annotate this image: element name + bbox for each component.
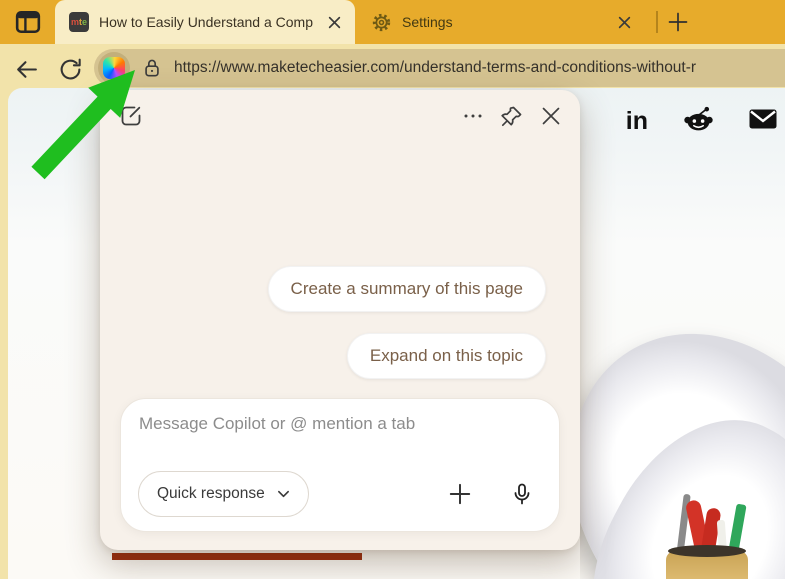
copilot-panel: Create a summary of this page Expand on … [100, 90, 580, 550]
close-icon [618, 16, 631, 29]
close-icon [328, 16, 341, 29]
tab-strip: mte How to Easily Understand a Comp Sett… [0, 0, 785, 44]
tab-article[interactable]: mte How to Easily Understand a Comp [55, 0, 355, 44]
mte-favicon: mte [69, 12, 89, 32]
copilot-message-input[interactable] [139, 414, 541, 454]
tab-close-button[interactable] [323, 11, 345, 33]
copilot-input-card: Quick response [120, 398, 560, 532]
chevron-down-icon [277, 489, 290, 499]
social-share-bar: in [626, 106, 777, 137]
microphone-icon [510, 482, 534, 506]
annotation-arrow [15, 56, 150, 181]
suggestion-expand-button[interactable]: Expand on this topic [347, 333, 546, 379]
suggestion-label: Create a summary of this page [291, 279, 523, 299]
response-mode-label: Quick response [157, 485, 265, 503]
more-options-button[interactable] [460, 103, 486, 129]
reddit-icon[interactable] [684, 106, 713, 137]
tab-separator [656, 11, 658, 33]
tab-settings[interactable]: Settings [357, 0, 645, 44]
email-icon[interactable] [749, 108, 777, 135]
panel-header-actions [460, 103, 564, 129]
tab-close-button[interactable] [613, 11, 635, 33]
close-icon [539, 104, 563, 128]
gear-icon [371, 12, 392, 33]
pin-icon [500, 104, 524, 128]
page-heading-underline [112, 553, 362, 560]
suggestion-chips: Create a summary of this page Expand on … [268, 266, 546, 379]
browser-window: mte How to Easily Understand a Comp Sett… [0, 0, 785, 579]
linkedin-icon[interactable]: in [626, 109, 648, 134]
plus-icon [447, 481, 473, 507]
microphone-button[interactable] [509, 481, 535, 507]
new-tab-button[interactable] [664, 8, 692, 36]
window-icon [15, 10, 41, 34]
tab-actions-menu-button[interactable] [12, 7, 44, 37]
url-text[interactable]: https://www.maketecheasier.com/understan… [174, 59, 696, 77]
photo-pen-cup [666, 551, 748, 579]
address-bar[interactable]: https://www.maketecheasier.com/understan… [94, 49, 785, 87]
suggestion-summary-button[interactable]: Create a summary of this page [268, 266, 546, 312]
article-hero-image [580, 178, 785, 579]
pin-button[interactable] [499, 103, 525, 129]
more-icon [461, 104, 485, 128]
tab-title: Settings [402, 14, 613, 30]
input-actions-row: Quick response [138, 471, 535, 517]
close-panel-button[interactable] [538, 103, 564, 129]
response-mode-dropdown[interactable]: Quick response [138, 471, 309, 517]
tab-title: How to Easily Understand a Comp [99, 14, 323, 30]
suggestion-label: Expand on this topic [370, 346, 523, 366]
add-attachment-button[interactable] [447, 481, 473, 507]
plus-icon [667, 11, 689, 33]
